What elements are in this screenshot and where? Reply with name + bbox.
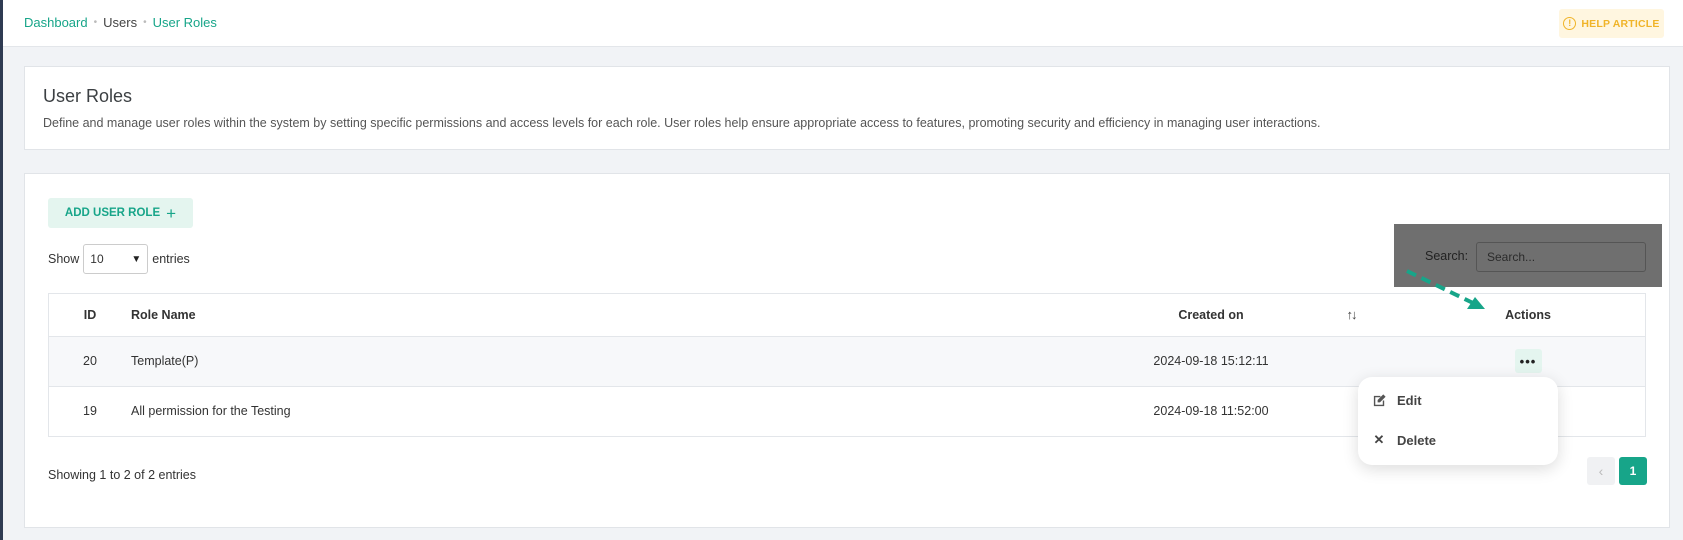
breadcrumb: Dashboard • Users • User Roles xyxy=(24,15,217,30)
menu-item-edit-label: Edit xyxy=(1397,393,1422,408)
annotation-arrow-line xyxy=(1406,269,1474,305)
cell-role-name: All permission for the Testing xyxy=(131,404,291,419)
cell-id: 20 xyxy=(49,336,131,387)
column-header-role-name[interactable]: Role Name xyxy=(131,294,1131,337)
breadcrumb-separator: • xyxy=(93,17,98,28)
entries-length-control: Show 10 ▼ entries xyxy=(48,244,190,274)
page-title: User Roles xyxy=(43,86,133,106)
plus-icon: + xyxy=(166,203,177,223)
cell-role-name: Template(P) xyxy=(131,336,1131,387)
entries-select[interactable]: 10 ▼ xyxy=(83,244,149,274)
add-user-role-button[interactable]: ADD USER ROLE + xyxy=(48,198,193,228)
pagination-previous[interactable]: ‹ xyxy=(1587,457,1615,485)
edit-icon xyxy=(1371,393,1387,408)
row-actions-menu: Edit ✕ Delete xyxy=(1358,377,1558,465)
breadcrumb-user-roles[interactable]: User Roles xyxy=(153,15,217,30)
cell-created-on: 2024-09-18 15:12:11 xyxy=(1131,336,1291,387)
menu-item-delete-label: Delete xyxy=(1397,432,1437,448)
show-label: Show xyxy=(48,252,80,266)
entries-value: 10 xyxy=(90,252,104,266)
table-info: Showing 1 to 2 of 2 entries xyxy=(48,468,197,482)
sort-icon[interactable]: ↑↓ xyxy=(1347,307,1358,322)
menu-item-edit[interactable]: Edit xyxy=(1371,393,1422,408)
help-article-button[interactable]: ! HELP ARTICLE xyxy=(1559,9,1664,38)
intro-card: User Roles Define and manage user roles … xyxy=(24,66,1670,150)
entries-label: entries xyxy=(152,252,190,266)
top-bar: Dashboard • Users • User Roles ! HELP AR… xyxy=(3,0,1683,47)
cell-id: 19 xyxy=(83,404,97,419)
sort-column[interactable]: ↑↓ xyxy=(1291,294,1411,337)
cell-created-on: 2024-09-18 11:52:00 xyxy=(1153,404,1269,419)
breadcrumb-separator: • xyxy=(143,17,147,28)
left-edge xyxy=(0,0,3,540)
breadcrumb-dashboard[interactable]: Dashboard xyxy=(24,15,88,30)
breadcrumb-users[interactable]: Users xyxy=(103,15,137,30)
column-header-created-on[interactable]: Created on xyxy=(1131,294,1291,337)
menu-item-delete[interactable]: ✕ Delete xyxy=(1371,432,1436,448)
close-icon: ✕ xyxy=(1373,432,1385,447)
more-actions-button[interactable]: ••• xyxy=(1514,349,1542,373)
chevron-down-icon: ▼ xyxy=(131,253,142,265)
help-article-label: HELP ARTICLE xyxy=(1581,17,1660,30)
add-user-role-label: ADD USER ROLE xyxy=(64,207,161,219)
pagination-page-1[interactable]: 1 xyxy=(1619,457,1647,485)
page-description: Define and manage user roles within the … xyxy=(43,116,1321,130)
info-icon: ! xyxy=(1563,17,1577,30)
column-header-id[interactable]: ID xyxy=(49,294,131,337)
